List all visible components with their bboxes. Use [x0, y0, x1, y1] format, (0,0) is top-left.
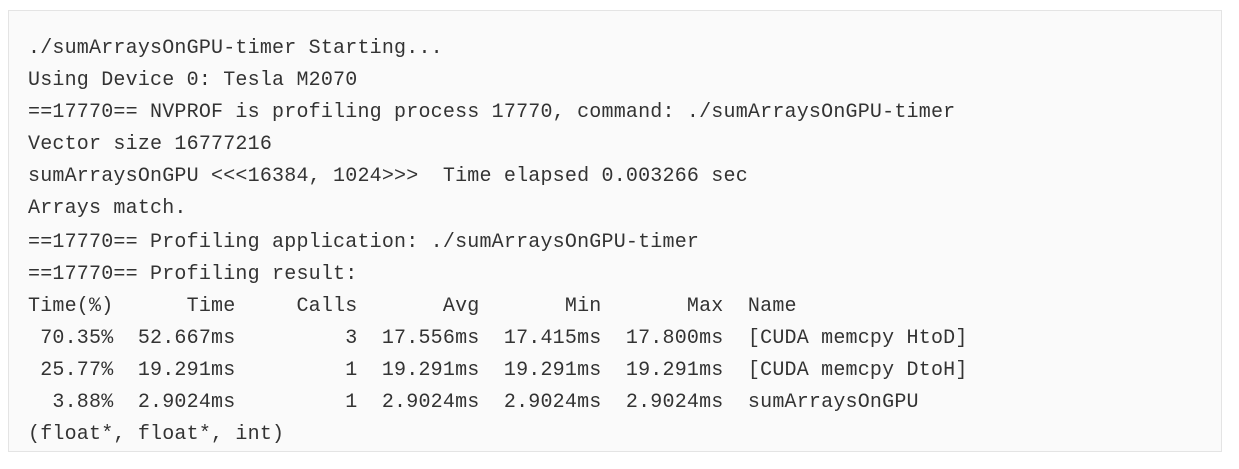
profile-table-header: Time(%) Time Calls Avg Min Max Name — [28, 295, 797, 318]
terminal-line-profiling-application: ==17770== Profiling application: ./sumAr… — [28, 231, 700, 254]
profile-table-row: 25.77% 19.291ms 1 19.291ms 19.291ms 19.2… — [28, 359, 968, 382]
terminal-line-vector-size: Vector size 16777216 — [28, 133, 273, 156]
terminal-line-profiling-result: ==17770== Profiling result: — [28, 263, 358, 286]
terminal-line-start: ./sumArraysOnGPU-timer Starting... — [28, 37, 443, 60]
terminal-line-arrays-match: Arrays match. — [28, 197, 187, 220]
terminal-line-signature: (float*, float*, int) — [28, 423, 285, 446]
profile-table-row: 3.88% 2.9024ms 1 2.9024ms 2.9024ms 2.902… — [28, 391, 919, 414]
terminal-line-device: Using Device 0: Tesla M2070 — [28, 69, 358, 92]
terminal-line-time-elapsed: sumArraysOnGPU <<<16384, 1024>>> Time el… — [28, 165, 748, 188]
terminal-line-nvprof: ==17770== NVPROF is profiling process 17… — [28, 101, 956, 124]
terminal-output: ./sumArraysOnGPU-timer Starting... Using… — [8, 10, 1222, 452]
profile-table-row: 70.35% 52.667ms 3 17.556ms 17.415ms 17.8… — [28, 327, 968, 350]
